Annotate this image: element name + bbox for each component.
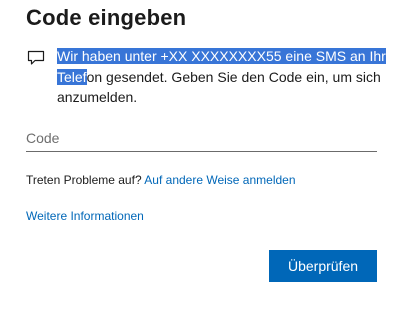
verify-button[interactable]: Überprüfen <box>269 250 377 282</box>
code-input[interactable] <box>26 124 377 152</box>
page-title: Code eingeben <box>26 5 187 30</box>
more-info-link[interactable]: Weitere Informationen <box>26 209 144 223</box>
problems-line: Treten Probleme auf? Auf andere Weise an… <box>26 173 296 187</box>
alternate-sign-in-link[interactable]: Auf andere Weise anmelden <box>144 173 295 187</box>
message-text: on gesendet. Geben Sie den Code ein, um … <box>57 68 381 106</box>
chat-bubble-icon <box>27 50 45 65</box>
sms-message: Wir haben unter +XX XXXXXXXX55 eine SMS … <box>57 46 387 108</box>
problems-prompt: Treten Probleme auf? <box>26 173 142 187</box>
